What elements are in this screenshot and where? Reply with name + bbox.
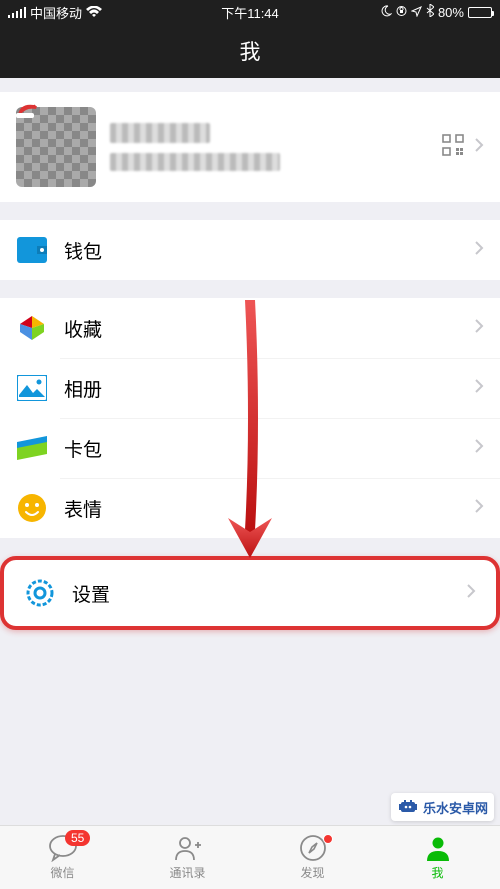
tab-contacts-label: 通讯录 — [169, 864, 205, 881]
profile-name-blurred — [110, 123, 210, 143]
contacts-icon — [173, 834, 203, 862]
watermark-logo-icon — [397, 796, 419, 818]
tab-discover-dot — [323, 834, 333, 844]
album-label: 相册 — [64, 375, 474, 402]
nav-bar: 我 — [0, 24, 500, 78]
profile-row[interactable] — [0, 92, 500, 202]
cards-row[interactable]: 卡包 — [0, 418, 500, 478]
watermark: 乐水安卓网 — [391, 793, 494, 821]
location-icon — [411, 5, 422, 20]
profile-group — [0, 92, 500, 202]
tab-me-label: 我 — [431, 864, 443, 881]
wallet-icon — [16, 234, 48, 266]
wallet-group: 钱包 — [0, 220, 500, 280]
profile-text — [110, 123, 442, 171]
wallet-label: 钱包 — [64, 237, 474, 264]
tab-contacts[interactable]: 通讯录 — [125, 826, 250, 889]
album-row[interactable]: 相册 — [0, 358, 500, 418]
tab-discover-label: 发现 — [300, 864, 324, 881]
chevron-right-icon — [466, 583, 476, 604]
page-title: 我 — [240, 36, 261, 66]
chevron-right-icon — [474, 378, 484, 399]
tab-chats[interactable]: 55 微信 — [0, 826, 125, 889]
profile-id-blurred — [110, 153, 280, 171]
chevron-right-icon — [474, 240, 484, 261]
cards-label: 卡包 — [64, 435, 474, 462]
misc-group: 收藏 相册 卡包 表情 — [0, 298, 500, 538]
wifi-icon — [86, 6, 102, 18]
chevron-right-icon — [474, 137, 484, 158]
battery-pct: 80% — [438, 5, 464, 20]
me-icon — [423, 834, 453, 862]
santa-hat-icon — [16, 101, 40, 119]
signal-icon — [8, 7, 26, 18]
qr-icon[interactable] — [442, 134, 464, 161]
battery-icon — [468, 7, 492, 18]
favorites-label: 收藏 — [64, 315, 474, 342]
carrier-label: 中国移动 — [30, 3, 82, 22]
tab-bar: 55 微信 通讯录 发现 我 — [0, 825, 500, 889]
settings-icon — [24, 577, 56, 609]
tab-me[interactable]: 我 — [375, 826, 500, 889]
chevron-right-icon — [474, 318, 484, 339]
album-icon — [16, 372, 48, 404]
settings-label: 设置 — [72, 580, 466, 607]
wallet-row[interactable]: 钱包 — [0, 220, 500, 280]
chevron-right-icon — [474, 498, 484, 519]
tab-discover[interactable]: 发现 — [250, 826, 375, 889]
favorites-row[interactable]: 收藏 — [0, 298, 500, 358]
tab-chats-badge: 55 — [65, 830, 90, 846]
settings-highlight: 设置 — [0, 556, 500, 630]
avatar — [16, 107, 96, 187]
status-time: 下午11:44 — [169, 3, 330, 22]
watermark-text: 乐水安卓网 — [423, 798, 488, 817]
bluetooth-icon — [426, 4, 434, 20]
favorites-icon — [16, 312, 48, 344]
cards-icon — [16, 432, 48, 464]
status-bar: 中国移动 下午11:44 80% — [0, 0, 500, 24]
sticker-row[interactable]: 表情 — [0, 478, 500, 538]
sticker-label: 表情 — [64, 495, 474, 522]
settings-row[interactable]: 设置 — [8, 564, 492, 622]
sticker-icon — [16, 492, 48, 524]
lock-icon — [396, 5, 407, 20]
tab-chats-label: 微信 — [50, 864, 74, 881]
chevron-right-icon — [474, 438, 484, 459]
moon-icon — [380, 5, 392, 20]
